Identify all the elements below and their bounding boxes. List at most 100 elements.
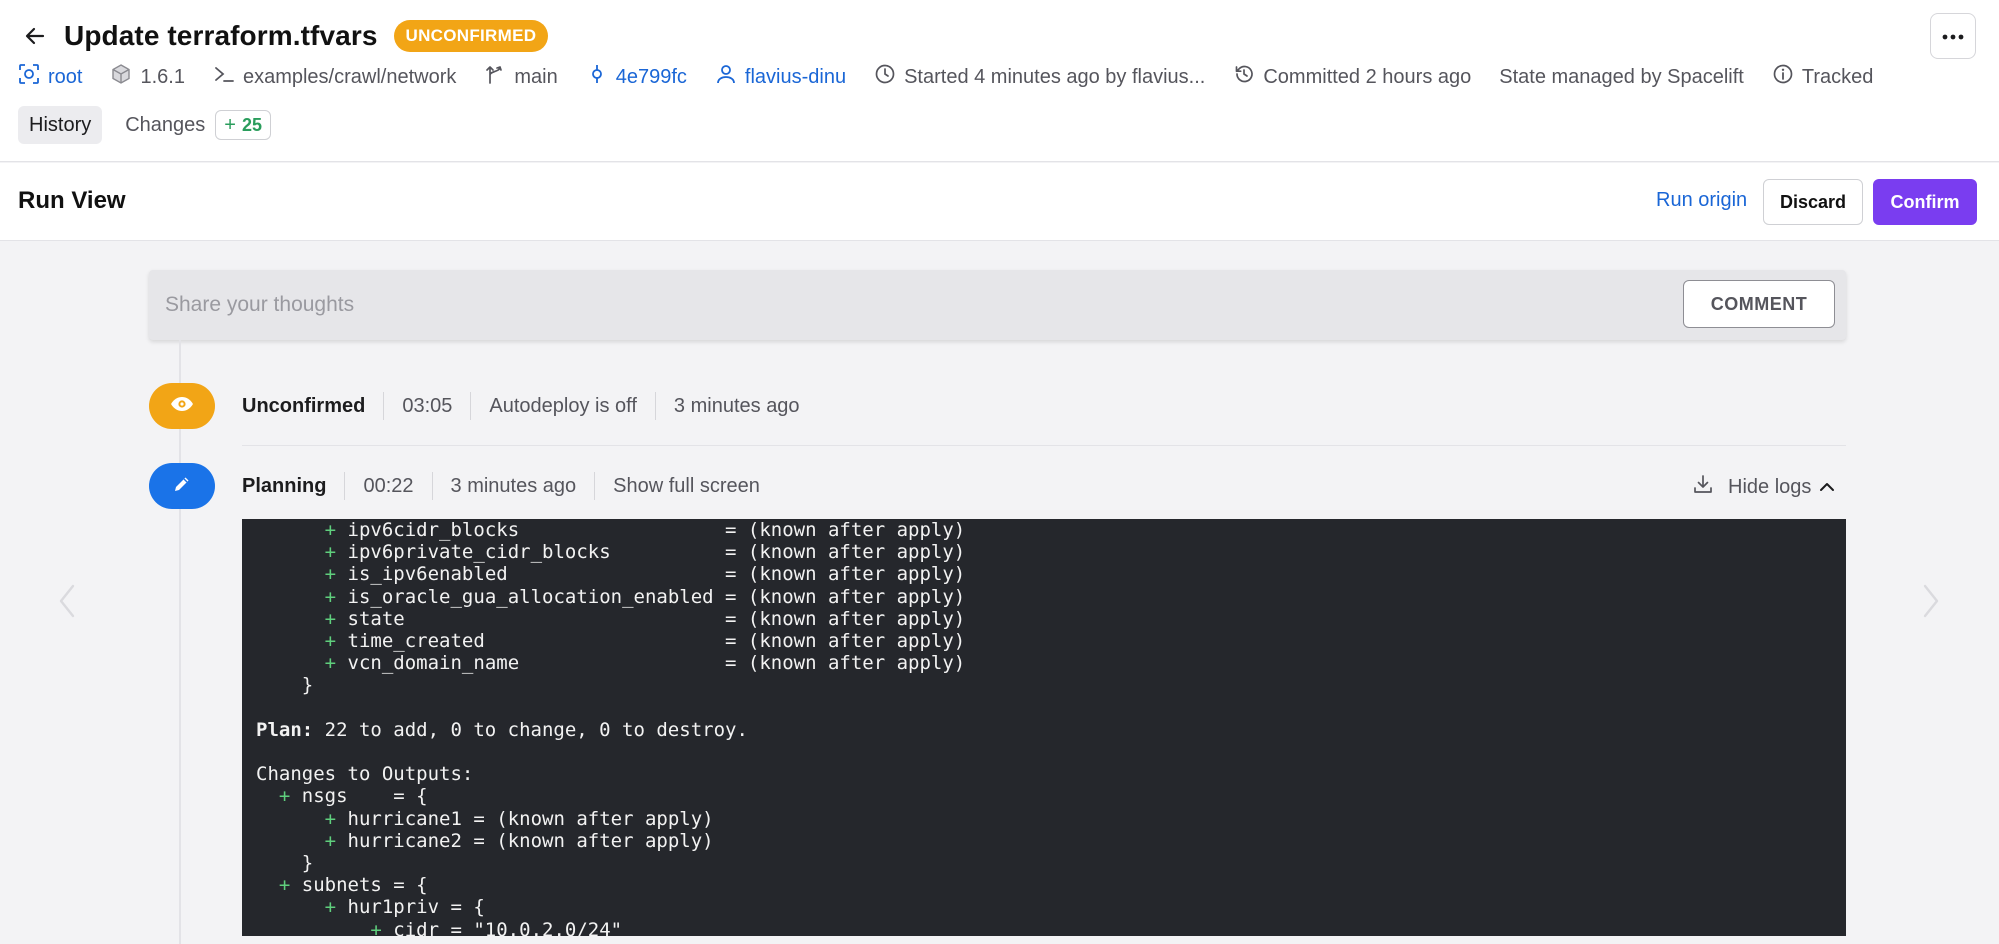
title-row: Update terraform.tfvars UNCONFIRMED: [20, 16, 549, 56]
log-line: }: [301, 674, 314, 697]
plus-marker: +: [324, 519, 337, 541]
meta-started-label: Started 4 minutes ago by flavius...: [904, 65, 1206, 88]
separator: [654, 392, 656, 420]
comment-box: COMMENT: [149, 270, 1846, 340]
plus-marker: +: [324, 585, 337, 608]
info-icon: [1772, 63, 1802, 91]
log-line: + is_ipv6enabled = (known after apply): [324, 563, 966, 586]
more-button[interactable]: [1930, 13, 1976, 59]
tab-changes-label: Changes: [125, 113, 206, 136]
more-horizontal-icon: [1942, 27, 1964, 45]
meta-author[interactable]: flavius-dinu: [715, 63, 846, 91]
stage-duration: 00:22: [363, 474, 414, 497]
eye-icon: [170, 396, 194, 417]
chevron-left-icon: [58, 583, 76, 624]
run-header: Update terraform.tfvars UNCONFIRMED root…: [0, 0, 1999, 162]
run-tabs: History Changes + 25: [18, 106, 282, 144]
meta-author-label: flavius-dinu: [744, 65, 847, 88]
discard-button[interactable]: Discard: [1763, 179, 1863, 225]
log-line: + subnets = {: [278, 874, 428, 897]
plus-marker: +: [324, 807, 337, 830]
hide-logs-toggle[interactable]: Hide logs: [1692, 472, 1835, 502]
cube-icon: [110, 63, 140, 91]
changes-count-badge: + 25: [215, 110, 272, 140]
meta-tracked: Tracked: [1772, 63, 1874, 91]
meta-project-root: examples/crawl/network: [213, 63, 456, 91]
timeline-line: [179, 340, 181, 944]
log-line: + hurricane1 = (known after apply): [324, 807, 714, 830]
log-line: }: [301, 852, 314, 874]
run-view-title: Run View: [18, 187, 126, 214]
run-meta: root 1.6.1 examples/crawl/network main 4…: [18, 62, 1873, 92]
clock-icon: [874, 63, 904, 91]
comment-input[interactable]: [149, 270, 1669, 340]
plus-icon: +: [224, 113, 236, 136]
stage-name: Unconfirmed: [242, 394, 366, 417]
meta-tracked-label: Tracked: [1801, 65, 1874, 88]
plus-marker: +: [324, 829, 337, 852]
plus-marker: +: [278, 785, 291, 808]
separator: [344, 472, 346, 500]
log-line: + hurricane2 = (known after apply): [324, 829, 714, 852]
meta-space[interactable]: root: [18, 63, 82, 91]
plus-marker: +: [324, 541, 337, 564]
log-line: Plan: 22 to add, 0 to change, 0 to destr…: [256, 718, 748, 741]
plus-marker: +: [324, 563, 337, 586]
meta-committed: Committed 2 hours ago: [1233, 63, 1471, 91]
separator: [594, 472, 596, 500]
log-line: + is_oracle_gua_allocation_enabled = (kn…: [324, 585, 966, 608]
meta-branch: main: [484, 63, 558, 91]
status-badge: UNCONFIRMED: [393, 20, 549, 52]
meta-committed-label: Committed 2 hours ago: [1263, 65, 1472, 88]
chevron-up-icon: [1819, 476, 1835, 499]
stage-planning-badge: [149, 463, 215, 509]
terminal-icon: [213, 63, 243, 91]
meta-state-label: State managed by Spacelift: [1499, 65, 1744, 88]
tab-changes[interactable]: Changes + 25: [114, 106, 282, 144]
user-icon: [715, 63, 745, 91]
comment-button[interactable]: COMMENT: [1683, 280, 1835, 328]
stage-name: Planning: [242, 474, 327, 497]
log-line: + state = (known after apply): [324, 607, 966, 630]
log-line: Changes to Outputs:: [256, 763, 474, 786]
plus-marker: +: [324, 630, 337, 652]
meta-version: 1.6.1: [110, 63, 185, 91]
commit-icon: [586, 63, 616, 91]
log-line: + hur1priv = {: [324, 896, 485, 919]
meta-started: Started 4 minutes ago by flavius...: [874, 63, 1205, 91]
plus-marker: +: [370, 918, 382, 936]
hide-logs-label: Hide logs: [1728, 475, 1812, 498]
log-output[interactable]: + ipv6cidr_blocks = (known after apply) …: [242, 519, 1846, 936]
changes-count-value: 25: [241, 114, 263, 135]
page-title: Update terraform.tfvars: [64, 20, 378, 51]
branch-icon: [484, 63, 514, 91]
log-line: + time_created = (known after apply): [324, 630, 966, 652]
stage-divider: [242, 445, 1846, 446]
stage-planning: Planning 00:22 3 minutes ago Show full s…: [242, 471, 760, 501]
meta-space-label: root: [48, 65, 83, 88]
log-line: + ipv6private_cidr_blocks = (known after…: [324, 541, 966, 564]
chevron-right-icon: [1922, 583, 1940, 624]
meta-commit[interactable]: 4e799fc: [586, 63, 687, 91]
show-full-screen-link[interactable]: Show full screen: [613, 475, 760, 498]
next-run-arrow[interactable]: [1916, 580, 1946, 626]
previous-run-arrow[interactable]: [52, 580, 82, 626]
meta-state: State managed by Spacelift: [1499, 66, 1744, 89]
stage-info: Autodeploy is off: [489, 394, 637, 417]
plus-marker: +: [324, 607, 337, 630]
log-line: + ipv6cidr_blocks = (known after apply): [324, 519, 966, 541]
plus-marker: +: [278, 874, 291, 897]
arrow-left-icon[interactable]: [20, 21, 50, 51]
tab-history-label: History: [29, 113, 92, 136]
stage-time: 3 minutes ago: [450, 474, 577, 497]
tab-history[interactable]: History: [18, 106, 103, 144]
confirm-button[interactable]: Confirm: [1873, 179, 1977, 225]
run-origin-link[interactable]: Run origin: [1656, 189, 1747, 212]
download-icon[interactable]: [1692, 473, 1714, 501]
log-line: + nsgs = {: [278, 785, 428, 808]
history-icon: [1233, 63, 1263, 91]
log-line: + cidr = "10.0.2.0/24": [256, 919, 622, 936]
pencil-icon: [173, 475, 191, 498]
separator: [383, 392, 385, 420]
stage-unconfirmed-badge: [149, 383, 215, 429]
